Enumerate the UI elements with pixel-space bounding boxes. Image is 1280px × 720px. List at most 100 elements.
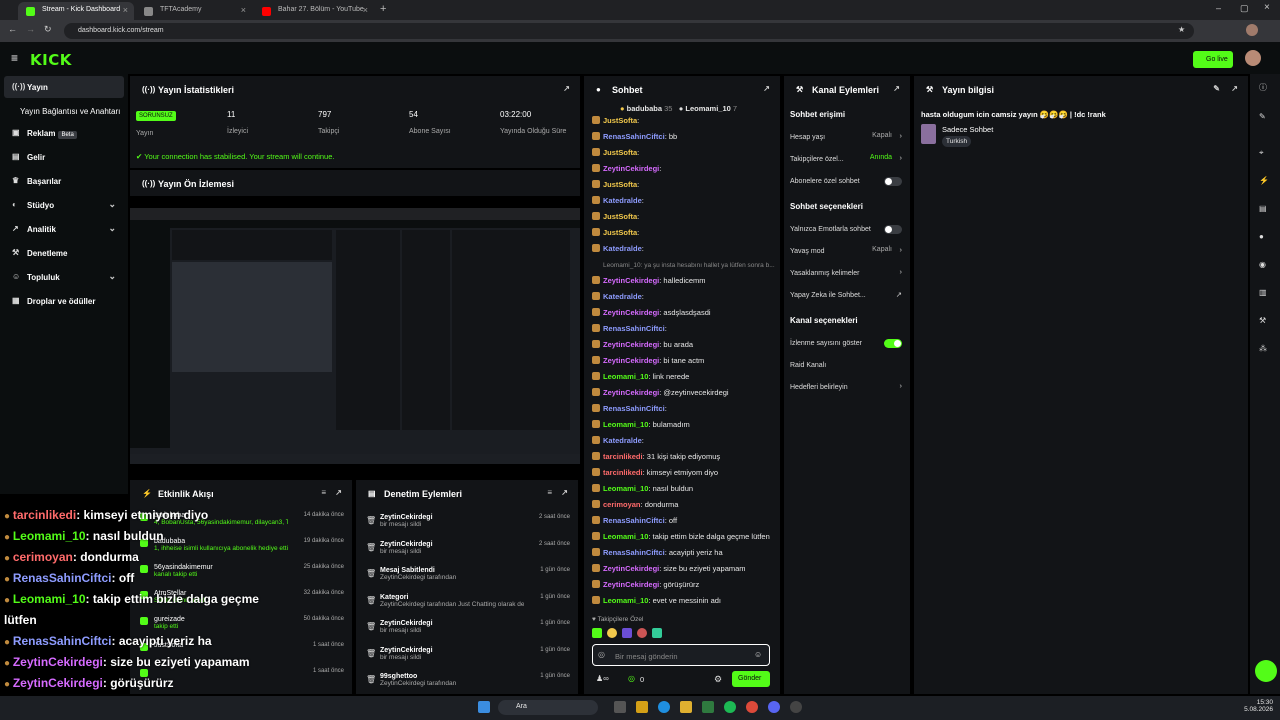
close-window-icon[interactable]: × (1264, 2, 1270, 13)
document-icon[interactable]: ▤ (1259, 204, 1271, 216)
sidebar-item-topluluk[interactable]: ☺ Topluluk ⌄ (4, 266, 124, 288)
channel-action-row[interactable]: Yavaş mod Kapalı › (790, 245, 902, 266)
chrome-icon[interactable] (746, 701, 758, 713)
gear-icon[interactable]: ⚙ (714, 674, 722, 685)
popout-icon[interactable]: ↗ (1231, 84, 1238, 93)
spotify-icon[interactable] (724, 701, 736, 713)
chat-username[interactable]: ZeytinCekirdegi (603, 388, 659, 397)
chat-username[interactable]: ZeytinCekirdegi (603, 580, 659, 589)
chat-username[interactable]: ZeytinCekirdegi (603, 164, 659, 173)
info-icon[interactable]: ⓘ (1259, 82, 1271, 94)
edge-icon[interactable] (658, 701, 670, 713)
sidebar-item-studyo[interactable]: ◐ Stüdyo ⌄ (4, 194, 124, 216)
moderation-user[interactable]: Kategori (364, 594, 570, 601)
file-explorer-icon[interactable] (680, 701, 692, 713)
chat-username[interactable]: RenasSahinCiftci (603, 324, 665, 333)
close-tab-icon[interactable]: × (123, 5, 128, 15)
emote-icon[interactable] (652, 628, 662, 638)
emote-icon[interactable] (592, 628, 602, 638)
send-button[interactable]: Gönder (732, 671, 770, 687)
task-view-icon[interactable] (614, 701, 626, 713)
channel-action-row[interactable]: Raid Kanalı (790, 360, 902, 380)
tab-youtube[interactable]: Bahar 27. Bölüm - YouTube × (254, 2, 374, 20)
chat-username[interactable]: ZeytinCekirdegi (603, 340, 659, 349)
edit-icon[interactable]: ✎ (1259, 112, 1271, 124)
broadcast-icon[interactable]: ◉ (1259, 260, 1271, 272)
taskbar-search[interactable]: Ara (498, 700, 598, 715)
new-tab-icon[interactable]: + (380, 3, 386, 15)
sidebar-item-gelir[interactable]: ▤ Gelir (4, 146, 124, 168)
chat-icon[interactable]: ● (1259, 232, 1271, 244)
windows-start-icon[interactable] (478, 701, 490, 713)
filter-icon[interactable]: ≡ (547, 488, 552, 497)
toggle-switch[interactable] (884, 339, 902, 348)
chat-username[interactable]: RenasSahinCiftci (603, 132, 665, 141)
back-icon[interactable]: ← (8, 24, 17, 34)
chat-username[interactable]: ZeytinCekirdegi (603, 276, 659, 285)
emoji-icon[interactable]: ☺ (754, 650, 762, 659)
chat-username[interactable]: cerimoyan (603, 500, 641, 509)
edit-pencil-icon[interactable]: ✎ (1213, 84, 1220, 93)
sidebar-item-basarilar[interactable]: ♛ Başarılar (4, 170, 124, 192)
url-input[interactable]: dashboard.kick.com/stream (64, 23, 1194, 39)
popout-icon[interactable]: ↗ (335, 488, 342, 497)
popout-icon[interactable]: ↗ (561, 488, 568, 497)
channel-action-row[interactable]: İzlenme sayısını göster (790, 338, 902, 358)
chat-username[interactable]: Leomami_10 (603, 596, 648, 605)
chat-username[interactable]: Katedralde (603, 436, 642, 445)
popout-icon[interactable]: ↗ (563, 84, 570, 93)
channel-action-row[interactable]: Yapay Zeka ile Sohbet... ↗ (790, 290, 902, 310)
emote-icon[interactable] (637, 628, 647, 638)
app-icon[interactable] (636, 701, 648, 713)
chat-username[interactable]: JustSofta (603, 228, 637, 237)
chat-username[interactable]: Katedralde (603, 292, 642, 301)
layout-icon[interactable]: ▥ (1259, 288, 1271, 300)
sidebar-item-yayin[interactable]: ((·)) Yayın (4, 76, 124, 98)
chat-username[interactable]: Leomami_10 (603, 484, 648, 493)
sidebar-item-analitik[interactable]: ↗ Analitik ⌄ (4, 218, 124, 240)
category-name[interactable]: Sadece Sohbet (942, 125, 993, 134)
chat-username[interactable]: Leomami_10 (603, 420, 648, 429)
channel-action-row[interactable]: Hesap yaşı Kapalı › (790, 131, 902, 152)
moderation-user[interactable]: ZeytinCekirdegi (364, 620, 570, 627)
chat-username[interactable]: JustSofta (603, 212, 637, 221)
sidebar-item-denetleme[interactable]: ⚒ Denetleme (4, 242, 124, 264)
channel-action-row[interactable]: Yalnızca Emotlarla sohbet (790, 224, 902, 244)
chat-message-input[interactable]: Bir mesaj gönderin (592, 644, 770, 666)
chat-username[interactable]: ZeytinCekirdegi (603, 308, 659, 317)
reload-icon[interactable]: ↻ (44, 24, 52, 35)
forward-icon[interactable]: → (26, 24, 35, 34)
close-tab-icon[interactable]: × (363, 5, 368, 15)
chat-username[interactable]: JustSofta (603, 148, 637, 157)
sidebar-item-stream-key[interactable]: Yayın Bağlantısı ve Anahtarı (4, 100, 124, 122)
chat-username[interactable]: JustSofta (603, 180, 637, 189)
chat-username[interactable]: tarcinlikedi (603, 468, 643, 477)
moderation-user[interactable]: 99sghettoo (364, 673, 570, 680)
tag-pill[interactable]: Turkish (942, 136, 972, 147)
wrench-icon[interactable]: ⚒ (1259, 316, 1271, 328)
minimize-icon[interactable]: – (1216, 3, 1221, 13)
user-avatar[interactable] (1245, 50, 1261, 66)
go-live-button[interactable]: Go live (1193, 51, 1233, 68)
sidebar-item-reklam[interactable]: ▣ Reklam Beta (4, 122, 124, 144)
chat-username[interactable]: RenasSahinCiftci (603, 404, 665, 413)
profile-avatar[interactable] (1246, 24, 1258, 36)
close-tab-icon[interactable]: × (241, 5, 246, 15)
toggle-switch[interactable] (884, 177, 902, 186)
hamburger-menu-icon[interactable]: ≡ (11, 51, 18, 65)
channel-action-row[interactable]: Yasaklanmış kelimeler › (790, 267, 902, 288)
maximize-icon[interactable]: ▢ (1240, 3, 1249, 14)
toggle-switch[interactable] (884, 225, 902, 234)
emote-row[interactable] (592, 628, 772, 640)
obs-icon[interactable] (790, 701, 802, 713)
chat-username[interactable]: ZeytinCekirdegi (603, 564, 659, 573)
chat-username[interactable]: ZeytinCekirdegi (603, 356, 659, 365)
chat-username[interactable]: JustSofta (603, 116, 637, 125)
kick-logo[interactable]: KICK (30, 51, 72, 69)
popout-icon[interactable]: ↗ (893, 84, 900, 93)
discord-icon[interactable] (768, 701, 780, 713)
taskbar-clock[interactable]: 15:30 5.08.2026 (1243, 699, 1273, 713)
chat-username[interactable]: Leomami_10 (603, 532, 648, 541)
sidebar-item-droplar[interactable]: ▦ Droplar ve ödüller (4, 290, 124, 312)
lightning-icon[interactable]: ⚡ (1259, 176, 1271, 188)
